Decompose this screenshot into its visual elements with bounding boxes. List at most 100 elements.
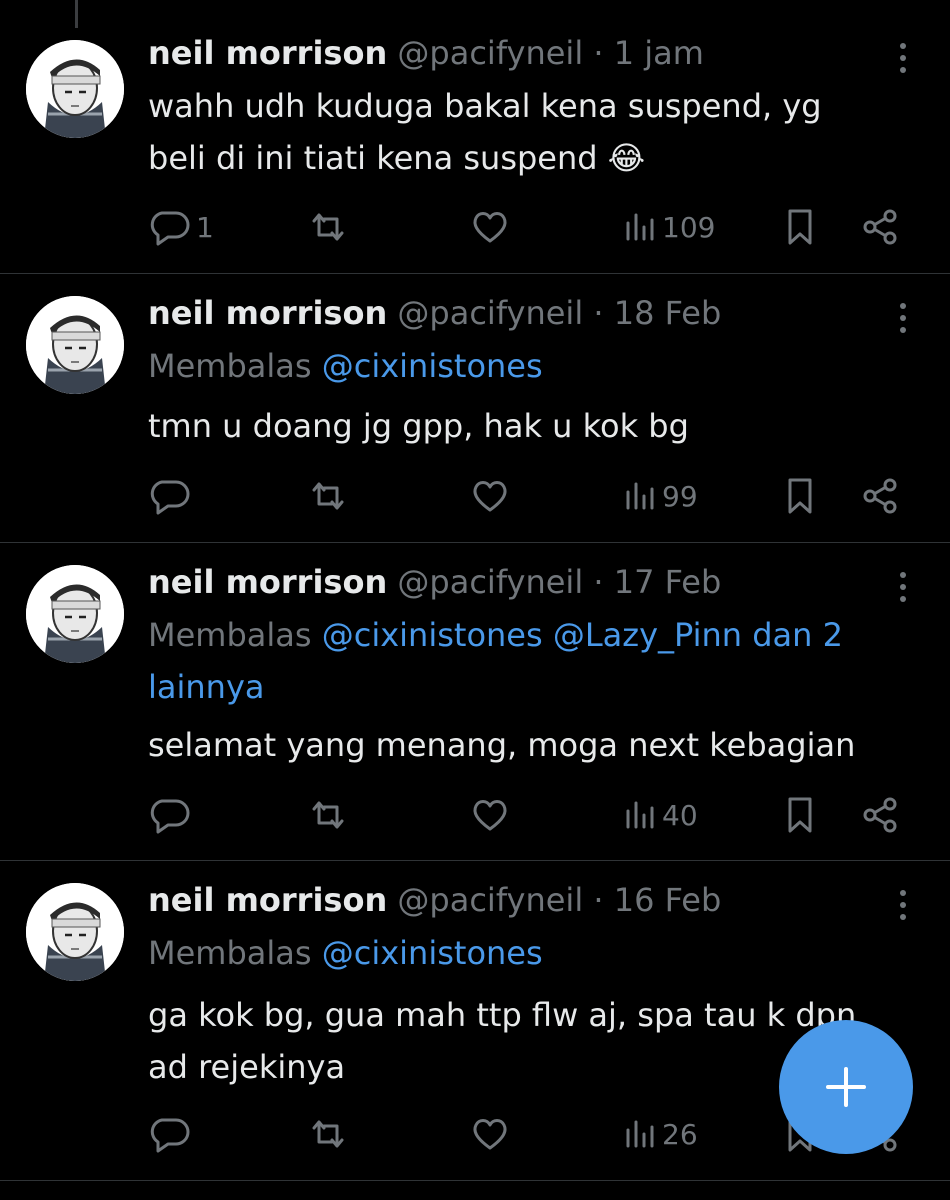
post-text: tmn u doang jg gpp, hak u kok bg: [148, 400, 910, 452]
post[interactable]: neil morrison @pacifyneil · 17 Feb Memba…: [0, 543, 950, 861]
author-name[interactable]: neil morrison: [148, 294, 387, 332]
post-actions: 1 109: [148, 207, 920, 247]
post-text: wahh udh kuduga bakal kena suspend, yg b…: [148, 80, 910, 184]
replying-to-label: Membalas: [148, 934, 312, 972]
post-text-line: beli di ini tiati kena suspend 😂: [148, 139, 646, 177]
views-count: 26: [662, 1117, 698, 1151]
more-options-icon[interactable]: [894, 569, 912, 605]
views-button[interactable]: 109: [622, 207, 715, 247]
mention-more-link[interactable]: lainnya: [148, 668, 265, 706]
post-actions: 40: [148, 795, 920, 835]
post-header: neil morrison @pacifyneil · 18 Feb: [148, 291, 880, 335]
views-button[interactable]: 40: [622, 795, 698, 835]
share-button[interactable]: [860, 795, 900, 835]
mention-link[interactable]: @cixinistones: [322, 616, 543, 654]
compose-fab-button[interactable]: [779, 1020, 913, 1154]
like-button[interactable]: [468, 207, 512, 247]
repost-button[interactable]: [306, 207, 350, 247]
post[interactable]: neil morrison @pacifyneil · 1 jam wahh u…: [0, 0, 950, 274]
author-name[interactable]: neil morrison: [148, 34, 387, 72]
reply-icon: [150, 211, 190, 246]
views-chart-icon: [626, 801, 654, 829]
author-handle[interactable]: @pacifyneil: [397, 34, 583, 72]
bookmark-icon: [788, 478, 812, 514]
repost-button[interactable]: [306, 795, 350, 835]
post-text-line: ga kok bg, gua mah ttp flw aj, spa tau k…: [148, 996, 857, 1034]
bookmark-button[interactable]: [782, 476, 818, 516]
reply-button[interactable]: 1: [148, 207, 214, 247]
replying-to: Membalas @cixinistones @Lazy_Pinn dan 2 …: [148, 609, 910, 713]
share-button[interactable]: [860, 207, 900, 247]
repost-button[interactable]: [306, 476, 350, 516]
separator-dot: ·: [593, 563, 604, 601]
more-options-icon[interactable]: [894, 300, 912, 336]
replying-to: Membalas @cixinistones: [148, 927, 910, 979]
separator-dot: ·: [593, 294, 604, 332]
author-handle[interactable]: @pacifyneil: [397, 294, 583, 332]
author-name[interactable]: neil morrison: [148, 881, 387, 919]
plus-icon: [826, 1067, 866, 1107]
mention-link[interactable]: @cixinistones: [322, 934, 543, 972]
reply-icon: [150, 480, 190, 515]
mention-link[interactable]: @Lazy_Pinn dan 2: [553, 616, 843, 654]
more-options-icon[interactable]: [894, 40, 912, 76]
repost-icon: [312, 213, 344, 241]
post-text: selamat yang menang, moga next kebagian: [148, 719, 910, 771]
post-text-line: selamat yang menang, moga next kebagian: [148, 726, 856, 764]
replying-to-label: Membalas: [148, 347, 312, 385]
post-text-line: tmn u doang jg gpp, hak u kok bg: [148, 407, 689, 445]
views-button[interactable]: 99: [622, 476, 698, 516]
avatar-image: [26, 565, 124, 663]
heart-icon: [473, 212, 507, 243]
post-header: neil morrison @pacifyneil · 17 Feb: [148, 560, 880, 604]
views-button[interactable]: 26: [622, 1114, 698, 1154]
post-actions: 99: [148, 476, 920, 516]
avatar-image: [26, 883, 124, 981]
like-button[interactable]: [468, 1114, 512, 1154]
like-button[interactable]: [468, 476, 512, 516]
reply-button[interactable]: [148, 476, 196, 516]
post-time[interactable]: 17 Feb: [614, 563, 722, 601]
avatar-image: [26, 296, 124, 394]
repost-icon: [312, 801, 344, 829]
bookmark-icon: [788, 797, 812, 833]
post-time[interactable]: 1 jam: [614, 34, 704, 72]
avatar[interactable]: [26, 883, 124, 981]
avatar-image: [26, 40, 124, 138]
post-header: neil morrison @pacifyneil · 16 Feb: [148, 878, 880, 922]
post-time[interactable]: 18 Feb: [614, 294, 722, 332]
author-handle[interactable]: @pacifyneil: [397, 563, 583, 601]
bookmark-button[interactable]: [782, 795, 818, 835]
share-button[interactable]: [860, 476, 900, 516]
avatar[interactable]: [26, 565, 124, 663]
bookmark-button[interactable]: [782, 207, 818, 247]
avatar[interactable]: [26, 40, 124, 138]
author-handle[interactable]: @pacifyneil: [397, 881, 583, 919]
mention-link[interactable]: @cixinistones: [322, 347, 543, 385]
views-chart-icon: [626, 482, 654, 510]
like-button[interactable]: [468, 795, 512, 835]
repost-icon: [312, 1120, 344, 1148]
views-count: 40: [662, 798, 698, 832]
views-chart-icon: [626, 213, 654, 241]
replying-to-label: Membalas: [148, 616, 312, 654]
bookmark-icon: [788, 209, 812, 245]
emoji: 😂: [607, 139, 646, 177]
share-icon: [863, 478, 897, 514]
post[interactable]: neil morrison @pacifyneil · 18 Feb Memba…: [0, 274, 950, 543]
views-chart-icon: [626, 1120, 654, 1148]
more-options-icon[interactable]: [894, 887, 912, 923]
avatar[interactable]: [26, 296, 124, 394]
heart-icon: [473, 1119, 507, 1150]
heart-icon: [473, 800, 507, 831]
reply-icon: [150, 799, 190, 834]
repost-button[interactable]: [306, 1114, 350, 1154]
share-icon: [863, 797, 897, 833]
post-time[interactable]: 16 Feb: [614, 881, 722, 919]
repost-icon: [312, 482, 344, 510]
author-name[interactable]: neil morrison: [148, 563, 387, 601]
heart-icon: [473, 481, 507, 512]
reply-button[interactable]: [148, 1114, 196, 1154]
reply-button[interactable]: [148, 795, 196, 835]
reply-count: 1: [196, 210, 214, 244]
